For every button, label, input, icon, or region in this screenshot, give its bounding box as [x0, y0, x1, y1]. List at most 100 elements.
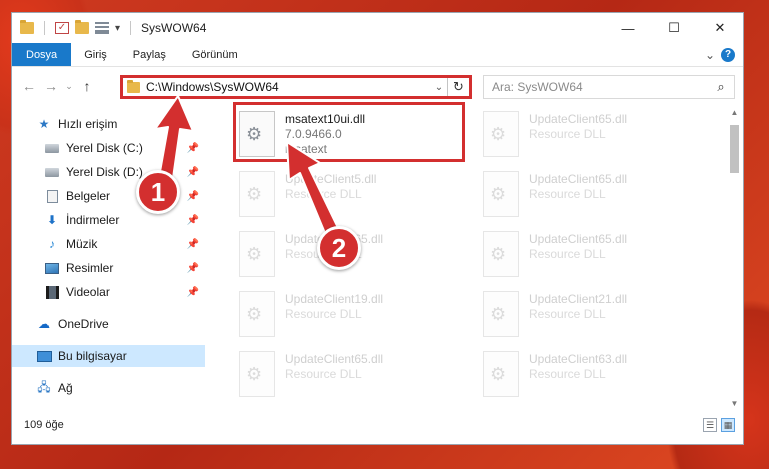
large-icons-view-button[interactable]: ▦: [721, 418, 735, 432]
drive-icon: [44, 165, 60, 179]
tab-paylas[interactable]: Paylaş: [120, 43, 179, 66]
back-button[interactable]: ←: [18, 78, 40, 94]
pin-icon: 📌: [186, 262, 199, 274]
scroll-down-arrow[interactable]: ▼: [726, 396, 743, 412]
folder-icon: [20, 20, 34, 34]
new-folder-icon[interactable]: [75, 20, 89, 34]
file-tile[interactable]: UpdateClient19.dll Resource DLL: [235, 289, 465, 341]
sidebar-item-this-pc[interactable]: Bu bilgisayar: [12, 345, 205, 367]
file-name: UpdateClient63.dll: [529, 352, 628, 366]
file-description: Resource DLL: [529, 307, 606, 321]
address-bar[interactable]: C:\Windows\SysWOW64 ⌄ ↻: [120, 75, 472, 99]
network-icon: 🖧: [37, 379, 51, 394]
file-tile[interactable]: UpdateClient65.dll Resource DLL: [479, 169, 709, 221]
sidebar-item-label: Videolar: [66, 285, 110, 299]
music-icon: ♪: [49, 237, 55, 251]
sidebar-item-onedrive[interactable]: ☁ OneDrive: [12, 313, 205, 335]
navigation-pane: ★ Hızlı erişim Yerel Disk (C:) 📌 Yerel D…: [12, 109, 205, 409]
search-icon[interactable]: ⌕: [708, 79, 734, 95]
close-button[interactable]: ✕: [697, 13, 743, 43]
recent-locations-button[interactable]: ⌄: [62, 81, 76, 92]
file-tile[interactable]: UpdateClient65.dll Resource DLL: [479, 229, 709, 281]
sidebar-item-label: Müzik: [66, 237, 98, 251]
properties-icon[interactable]: [95, 22, 109, 34]
dll-file-icon: [239, 231, 275, 277]
dll-file-icon: [239, 291, 275, 337]
title-bar: ✓ ▾ SysWOW64 — ☐ ✕: [12, 13, 743, 43]
document-icon: [44, 189, 60, 203]
sidebar-item-videos[interactable]: Videolar 📌: [12, 281, 205, 303]
pin-icon: 📌: [186, 142, 199, 154]
dll-file-icon: [239, 171, 275, 217]
pin-icon: 📌: [186, 214, 199, 226]
file-tile[interactable]: UpdateClient5.dll Resource DLL: [235, 169, 465, 221]
maximize-button[interactable]: ☐: [651, 13, 697, 43]
file-tile[interactable]: UpdateClient65.dll Resource DLL: [235, 349, 465, 401]
dll-file-icon: [483, 291, 519, 337]
callout-1: 1: [136, 170, 180, 214]
pictures-icon: [44, 261, 60, 275]
refresh-button[interactable]: ↻: [447, 78, 469, 96]
minimize-button[interactable]: —: [605, 13, 651, 43]
pin-icon: 📌: [186, 166, 199, 178]
expand-ribbon-icon[interactable]: ⌄: [705, 48, 715, 62]
file-name: UpdateClient5.dll: [285, 172, 377, 186]
tab-gorunum[interactable]: Görünüm: [179, 43, 251, 66]
dll-file-icon: [483, 351, 519, 397]
file-description: Resource DLL: [529, 127, 606, 141]
file-name: UpdateClient65.dll: [285, 352, 384, 366]
file-description: Resource DLL: [285, 307, 362, 321]
pin-icon: 📌: [186, 190, 199, 202]
navigation-bar: ← → ⌄ ↑ C:\Windows\SysWOW64 ⌄ ↻ Ara: Sys…: [12, 71, 743, 101]
address-path[interactable]: C:\Windows\SysWOW64: [146, 80, 431, 94]
sidebar-item-music[interactable]: ♪ Müzik 📌: [12, 233, 205, 255]
details-view-button[interactable]: ☰: [703, 418, 717, 432]
file-name: msatext10ui.dll: [285, 112, 366, 126]
file-tile[interactable]: UpdateClient65.dll Resource DLL: [479, 109, 709, 161]
sidebar-item-label: İndirmeler: [66, 213, 120, 227]
ribbon-tabs: Dosya Giriş Paylaş Görünüm ⌄ ?: [12, 43, 743, 67]
properties-check-icon[interactable]: ✓: [55, 22, 69, 34]
file-list: msatext10ui.dll 7.0.9466.0 msatext Updat…: [217, 102, 717, 409]
title-divider: [130, 21, 132, 35]
status-item-count: 109 öğe: [24, 419, 64, 431]
vertical-scrollbar[interactable]: ▲ ▼: [726, 105, 743, 412]
file-description: Resource DLL: [529, 367, 606, 381]
sidebar-item-local-disk-c[interactable]: Yerel Disk (C:) 📌: [12, 137, 205, 159]
sidebar-item-quick-access[interactable]: ★ Hızlı erişim: [12, 113, 205, 135]
download-icon: ⬇: [46, 213, 58, 227]
sidebar-item-label: Belgeler: [66, 189, 111, 203]
forward-button[interactable]: →: [40, 78, 62, 94]
scroll-up-arrow[interactable]: ▲: [726, 105, 743, 121]
tab-giris[interactable]: Giriş: [71, 43, 120, 66]
address-folder-icon: [127, 79, 140, 93]
sidebar-item-network[interactable]: 🖧 Ağ: [12, 377, 205, 399]
sidebar-item-pictures[interactable]: Resimler 📌: [12, 257, 205, 279]
sidebar-item-label: Bu bilgisayar: [58, 349, 127, 363]
callout-2: 2: [317, 226, 361, 270]
sidebar-item-label: Resimler: [66, 261, 114, 275]
file-tile[interactable]: UpdateClient21.dll Resource DLL: [479, 289, 709, 341]
file-name: UpdateClient19.dll: [285, 292, 384, 306]
dll-file-icon: [239, 351, 275, 397]
dll-file-icon: [483, 231, 519, 277]
sidebar-item-downloads[interactable]: ⬇ İndirmeler 📌: [12, 209, 205, 231]
help-icon[interactable]: ?: [721, 47, 735, 62]
quick-access-toolbar: ✓ ▾ SysWOW64: [12, 20, 207, 35]
file-tile[interactable]: UpdateClient63.dll Resource DLL: [479, 349, 709, 401]
toolbar-divider: [44, 21, 45, 35]
quick-access-dropdown[interactable]: ▾: [115, 23, 120, 34]
tab-dosya[interactable]: Dosya: [12, 43, 72, 66]
videos-icon: [44, 285, 60, 299]
file-name: UpdateClient65.dll: [529, 232, 628, 246]
window-title: SysWOW64: [141, 21, 207, 35]
file-description: Resource DLL: [529, 187, 606, 201]
file-tile[interactable]: msatext10ui.dll 7.0.9466.0 msatext: [235, 109, 465, 161]
up-button[interactable]: ↑: [76, 78, 98, 94]
sidebar-item-label: Yerel Disk (D:): [66, 165, 143, 179]
search-box[interactable]: Ara: SysWOW64 ⌕: [483, 75, 735, 99]
search-placeholder: Ara: SysWOW64: [492, 80, 583, 94]
scrollbar-thumb[interactable]: [730, 125, 739, 173]
file-version: 7.0.9466.0: [285, 127, 342, 141]
address-dropdown[interactable]: ⌄: [431, 82, 447, 93]
